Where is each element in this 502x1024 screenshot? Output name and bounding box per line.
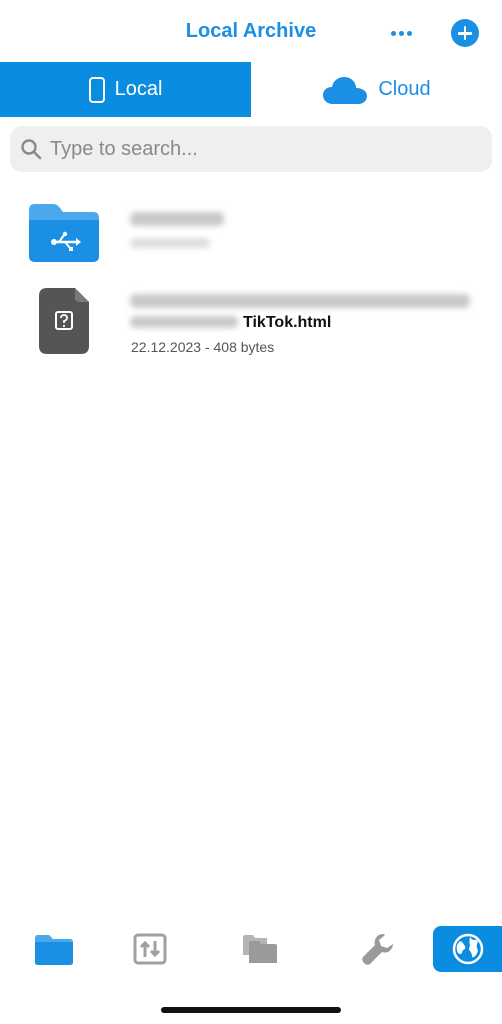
blurred-folder-meta [130,238,210,248]
blurred-file-name-line2 [130,316,238,328]
phone-icon [88,76,105,103]
storage-segmented-control: Local Cloud [0,62,502,117]
blurred-folder-name [130,212,224,226]
toolbar-transfer-button[interactable] [128,926,172,972]
tab-local-label: Local [114,78,163,100]
list-item-file[interactable]: TikTok.html 22.12.2023 - 408 bytes [0,282,502,362]
header-bar: Local Archive [0,0,502,62]
search-icon [21,139,42,160]
file-name: TikTok.html [243,314,332,331]
more-options-button[interactable] [386,24,416,42]
ellipsis-icon [390,30,396,36]
file-meta: 22.12.2023 - 408 bytes [131,339,275,355]
search-bar[interactable] [10,126,492,172]
folder-icon [35,935,73,965]
toolbar-files-button[interactable] [30,926,78,972]
home-indicator [161,1007,341,1013]
toolbar-file-manager-button[interactable] [236,926,284,972]
file-manager-icon [243,935,277,963]
page-title: Local Archive [185,20,317,42]
toolbar-tools-button[interactable] [356,926,400,972]
search-input[interactable] [50,137,470,161]
list-item-folder[interactable] [0,198,502,268]
transfer-icon [133,933,167,965]
toolbar-browser-button[interactable] [433,926,502,972]
wrench-icon [362,934,393,965]
usb-folder-icon [29,204,99,262]
globe-icon [452,933,483,965]
blurred-file-name-line1 [130,294,470,308]
tab-local[interactable]: Local [0,62,251,117]
unknown-file-icon [39,288,89,354]
tab-cloud-label: Cloud [378,78,431,100]
bottom-toolbar [0,926,502,972]
add-button[interactable] [451,19,479,47]
cloud-icon [323,76,368,104]
tab-cloud[interactable]: Cloud [251,62,502,117]
